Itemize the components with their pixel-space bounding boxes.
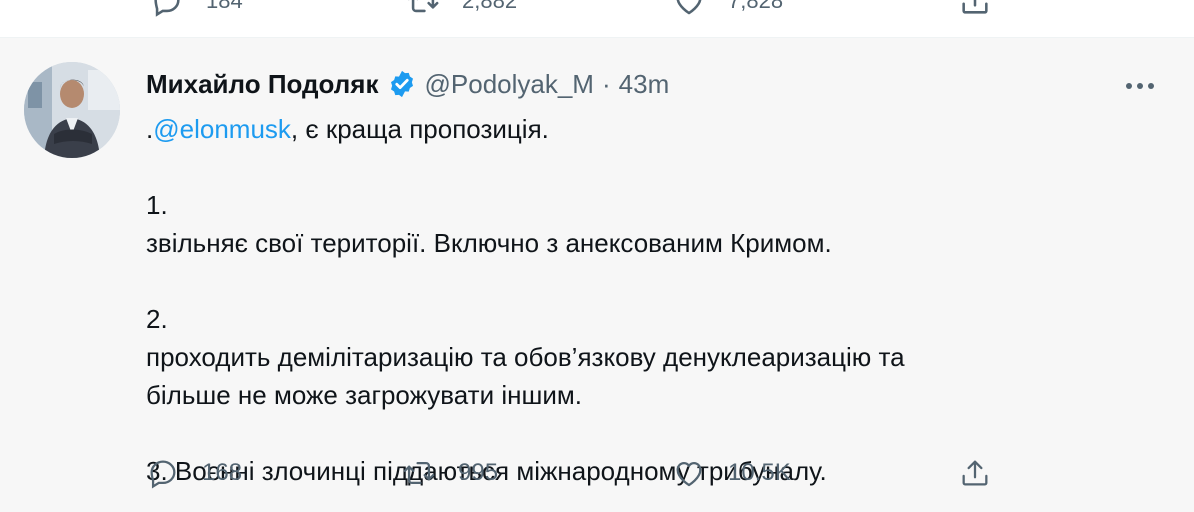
more-options-button[interactable]: [1120, 68, 1160, 104]
share-icon: [962, 0, 988, 14]
retweet-button[interactable]: 995: [402, 448, 498, 498]
tweet[interactable]: Михайло Подоляк @Podolyak_M · 43m .@elon…: [0, 38, 1194, 512]
timeline: 184 2,882 7,828 Михайло Подоляк @Podolya…: [0, 0, 1194, 512]
author-handle[interactable]: @Podolyak_M: [425, 69, 594, 100]
reply-button[interactable]: 168: [146, 448, 242, 498]
prev-reply-button[interactable]: 184: [150, 0, 243, 18]
tweet-header: Михайло Подоляк @Podolyak_M · 43m: [146, 66, 669, 102]
share-icon: [962, 460, 988, 486]
tweet-timestamp[interactable]: 43m: [619, 69, 670, 100]
item2-text-line2: більше не може загрожувати іншим.: [146, 380, 582, 410]
like-icon: [676, 461, 702, 487]
reply-count: 168: [202, 459, 243, 486]
russia-flag-icon: [179, 305, 215, 331]
retweet-icon: [408, 0, 439, 13]
prev-share-button[interactable]: [958, 0, 992, 18]
item2-text-line1: проходить демілітаризацію та обов’язкову…: [146, 342, 905, 372]
intro-text: , є краща пропозиція.: [290, 114, 549, 144]
prev-retweet-count: 2,882: [462, 0, 518, 13]
prev-reply-count: 184: [206, 0, 243, 13]
like-button[interactable]: 10.5K: [672, 448, 791, 498]
mention-link[interactable]: @elonmusk: [153, 114, 291, 144]
verified-badge-icon: [387, 69, 417, 99]
item1-number: 1.: [146, 190, 168, 220]
item2-number: 2.: [146, 304, 168, 334]
avatar[interactable]: [24, 62, 120, 158]
prev-like-button[interactable]: 7,828: [672, 0, 783, 18]
item1-text: звільняє свої території. Включно з анекс…: [146, 228, 832, 258]
retweet-icon: [403, 461, 435, 485]
header-separator: ·: [601, 68, 611, 99]
tweet-text: .@elonmusk, є краща пропозиція. 1. звіль…: [146, 110, 1146, 490]
prev-like-count: 7,828: [728, 0, 784, 13]
ukraine-flag-icon: [179, 191, 215, 217]
reply-icon: [150, 460, 176, 489]
prev-retweet-button[interactable]: 2,882: [406, 0, 517, 18]
author-name[interactable]: Михайло Подоляк: [146, 69, 379, 100]
more-icon: [1126, 83, 1154, 89]
tweet-item-1: 1.: [146, 186, 1146, 224]
retweet-count: 995: [458, 459, 499, 486]
reply-icon: [154, 0, 180, 17]
tweet-item-2: 2.: [146, 300, 1146, 338]
avatar-photo: [24, 62, 120, 158]
tweet-line-intro: .@elonmusk, є краща пропозиція.: [146, 110, 1146, 148]
like-icon: [676, 0, 702, 15]
previous-tweet-actions: 184 2,882 7,828: [0, 0, 1194, 36]
share-button[interactable]: [958, 448, 992, 498]
tweet-actions: 168 995 10.5K: [0, 448, 1194, 498]
like-count: 10.5K: [728, 459, 791, 486]
